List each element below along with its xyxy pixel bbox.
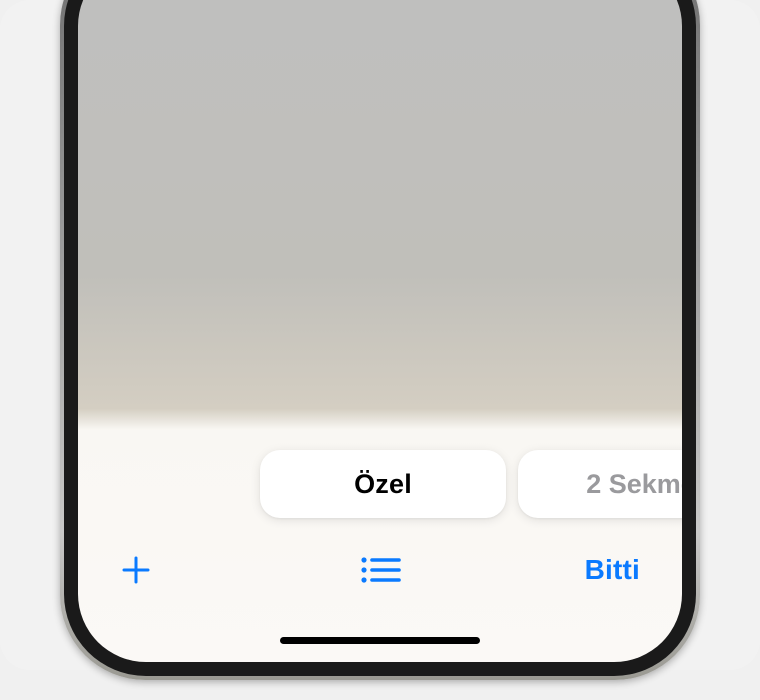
tab-group-tabs[interactable]: 2 Sekme [518,450,682,518]
iphone-bezel: Özel 2 Sekme [64,0,696,676]
tab-group-private-label: Özel [354,469,412,500]
home-indicator[interactable] [280,637,480,644]
done-button-label: Bitti [585,554,640,586]
new-tab-button[interactable] [120,554,200,586]
tab-groups-list-button[interactable] [359,555,401,585]
done-button[interactable]: Bitti [560,554,640,586]
toolbar-actions: Bitti [78,542,682,598]
tab-group-picker[interactable]: Özel 2 Sekme [78,450,682,520]
iphone-screen: Özel 2 Sekme [78,0,682,662]
safari-bottom-sheet: Özel 2 Sekme [78,422,682,662]
iphone-frame: Özel 2 Sekme [60,0,700,680]
list-icon [359,555,401,585]
tab-group-tabs-label: 2 Sekme [586,469,682,500]
tab-group-private[interactable]: Özel [260,450,506,518]
plus-icon [120,554,152,586]
